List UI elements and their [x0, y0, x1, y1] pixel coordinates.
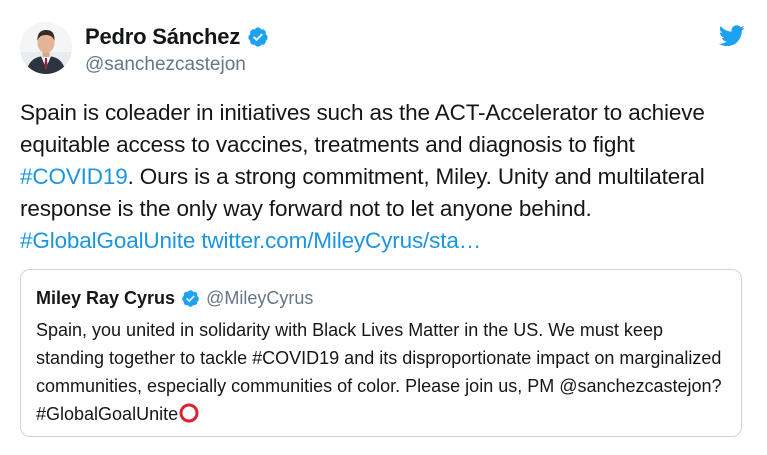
author-name-row: Pedro Sánchez	[85, 22, 269, 52]
author-handle[interactable]: @sanchezcastejon	[85, 54, 269, 76]
twitter-bird-icon[interactable]	[718, 25, 745, 47]
quoted-tweet-text: Spain, you united in solidarity with Bla…	[36, 316, 734, 428]
tweet-card: Pedro Sánchez @sanchezcastejon Spain is …	[0, 0, 767, 455]
quoted-tweet[interactable]: Miley Ray Cyrus @MileyCyrus Spain, you u…	[20, 269, 742, 437]
verified-badge-icon	[181, 289, 200, 308]
quoted-tweet-url-link[interactable]: twitter.com/MileyCyrus/sta…	[201, 228, 481, 253]
tweet-author: Pedro Sánchez @sanchezcastejon	[85, 22, 269, 76]
avatar[interactable]	[20, 22, 72, 74]
hollow-red-circle-icon	[179, 403, 199, 423]
quoted-tweet-text-body: Spain, you united in solidarity with Bla…	[36, 320, 722, 424]
author-name[interactable]: Pedro Sánchez	[85, 24, 240, 50]
quoted-author-name[interactable]: Miley Ray Cyrus	[36, 288, 175, 309]
quoted-tweet-header: Miley Ray Cyrus @MileyCyrus	[36, 286, 313, 310]
hashtag-globalgoalunite-link[interactable]: #GlobalGoalUnite	[20, 228, 195, 253]
avatar-image	[20, 22, 72, 74]
hashtag-covid19-link[interactable]: #COVID19	[20, 164, 128, 189]
tweet-text: Spain is coleader in initiatives such as…	[20, 97, 750, 257]
tweet-text-part-1: Spain is coleader in initiatives such as…	[20, 100, 705, 157]
quoted-author-handle[interactable]: @MileyCyrus	[206, 288, 313, 309]
verified-badge-icon	[247, 26, 269, 48]
